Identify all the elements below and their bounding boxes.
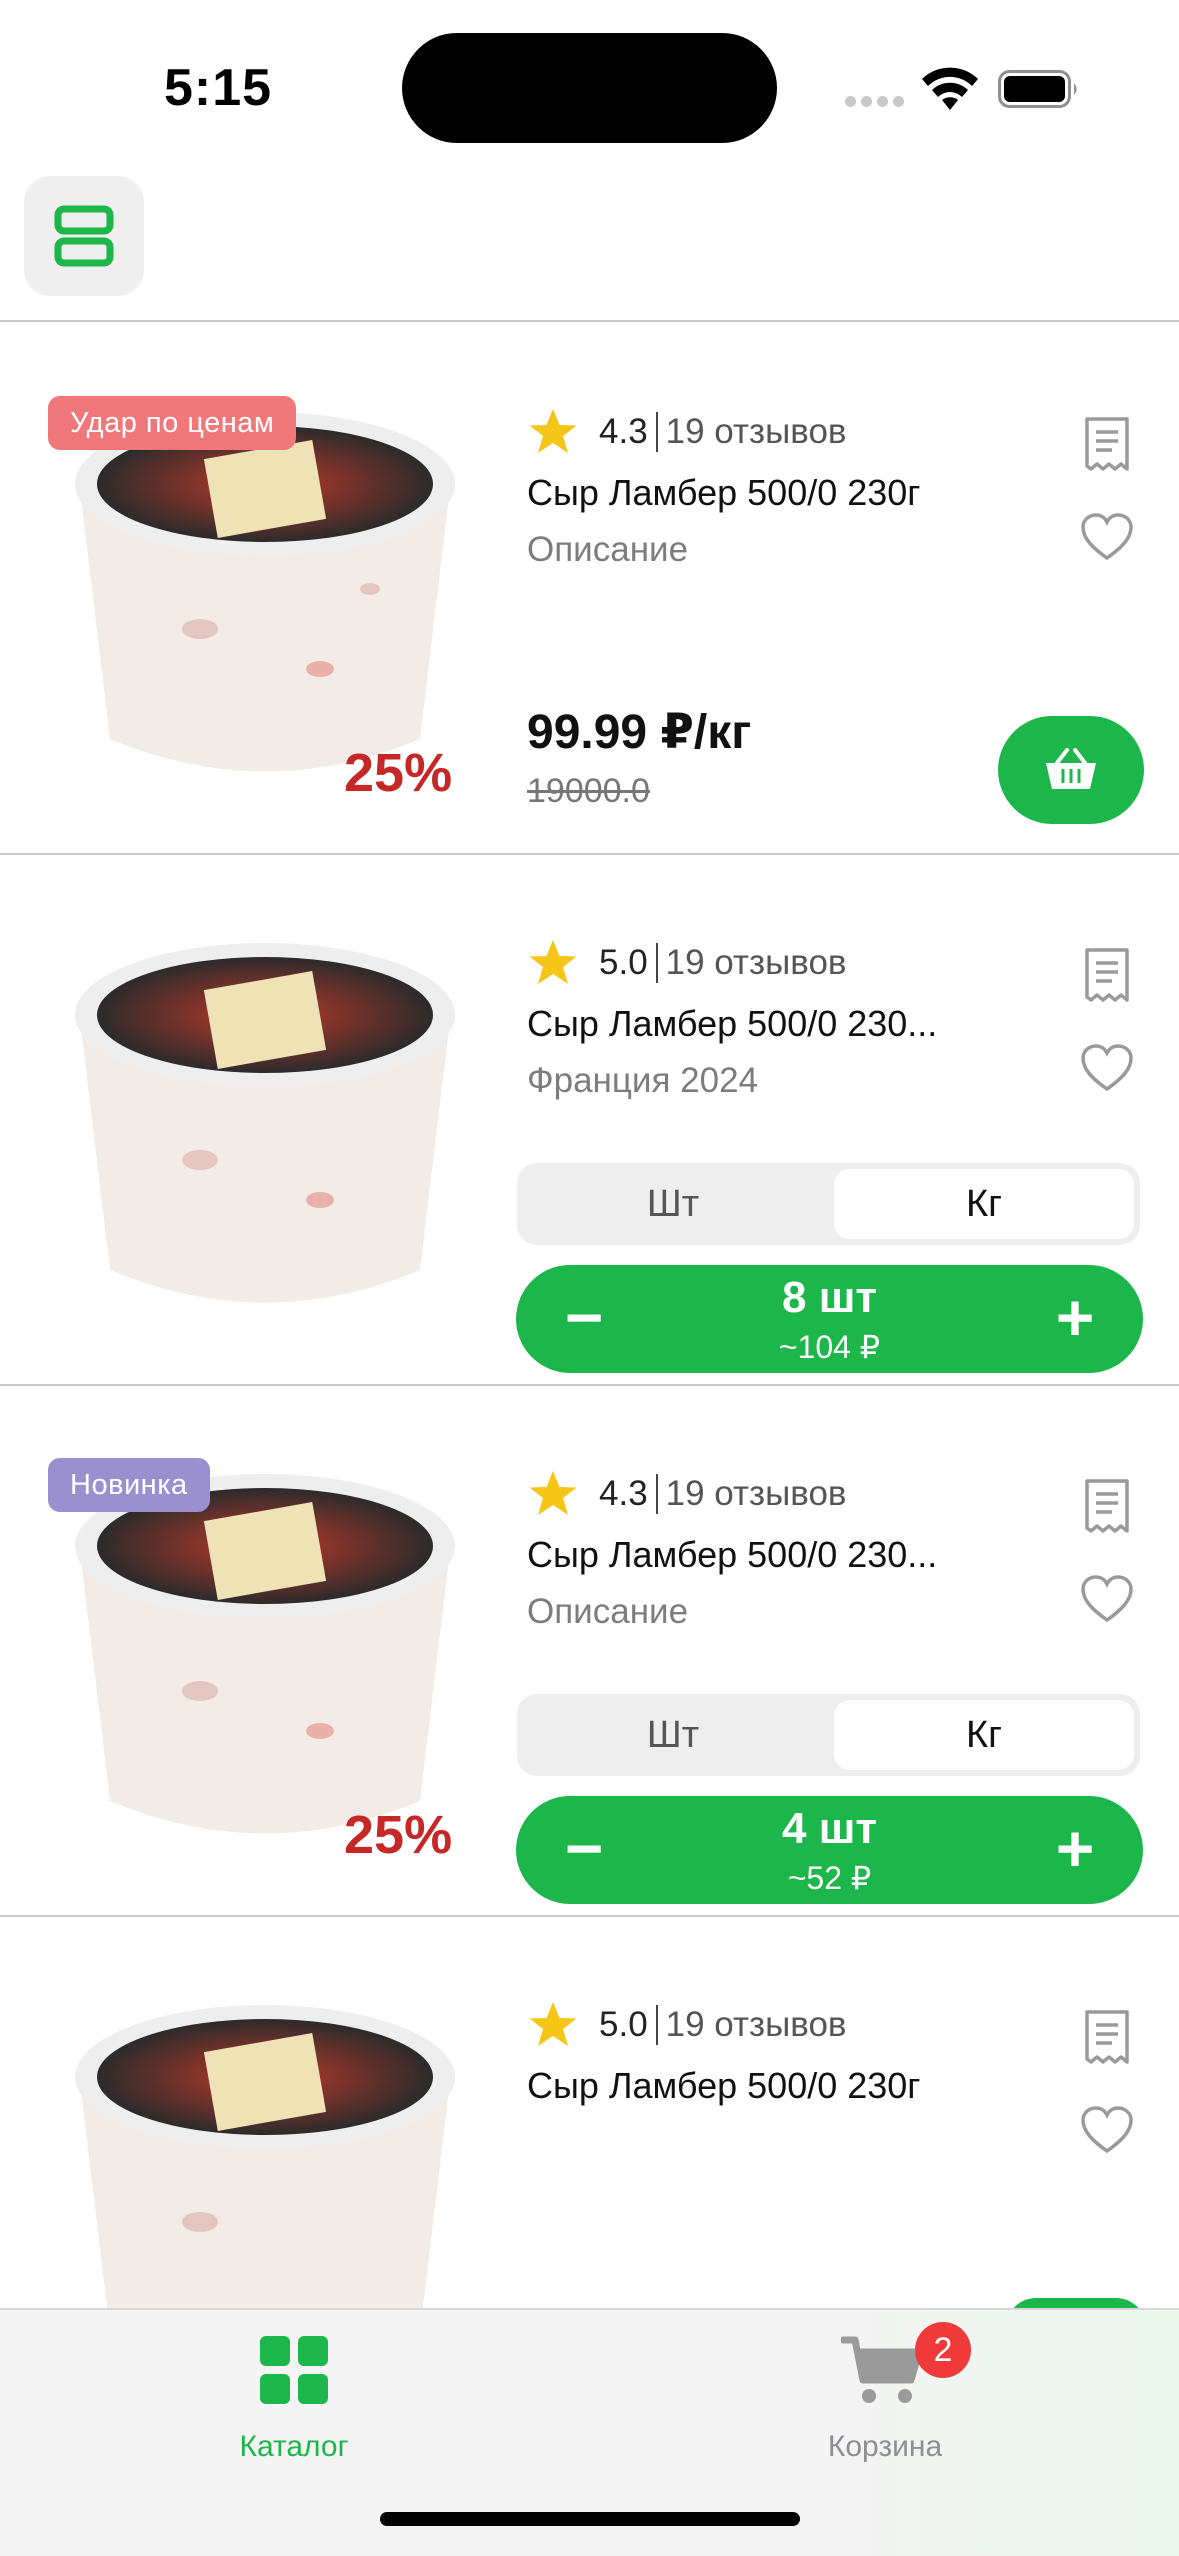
- product-card[interactable]: 5.0 19 отзывов Сыр Ламбер 500/0 230... Ф…: [0, 855, 1179, 1386]
- rating-value: 4.3: [599, 412, 648, 451]
- reviews-link[interactable]: 19 отзывов: [666, 943, 847, 983]
- heart-icon[interactable]: [1080, 1043, 1134, 1093]
- rating-row: 5.0 19 отзывов: [527, 1997, 847, 2053]
- layout-toggle-button[interactable]: [24, 176, 144, 296]
- product-description: Описание: [527, 1592, 689, 1631]
- rating-value: 4.3: [599, 1474, 648, 1513]
- product-price: 99.99 ₽/кг: [527, 706, 752, 759]
- divider: [655, 2005, 658, 2045]
- receipt-icon[interactable]: [1082, 2009, 1132, 2065]
- discount-label: 25%: [344, 743, 453, 803]
- product-image: [75, 1474, 455, 1834]
- tab-catalog[interactable]: Каталог: [144, 2310, 444, 2510]
- product-description: Франция 2024: [527, 1061, 759, 1100]
- heart-icon[interactable]: [1080, 2105, 1134, 2155]
- rating-row: 5.0 19 отзывов: [527, 935, 847, 991]
- star-icon: [529, 940, 577, 984]
- cart-icon: [841, 2336, 923, 2403]
- unit-option-kg[interactable]: Кг: [834, 1700, 1134, 1770]
- product-description: Описание: [527, 530, 689, 569]
- new-badge: Новинка: [48, 1458, 210, 1512]
- rating-row: 4.3 19 отзывов: [527, 404, 847, 460]
- grid-icon: [260, 2336, 328, 2404]
- heart-icon[interactable]: [1080, 512, 1134, 562]
- promo-badge: Удар по ценам: [48, 396, 297, 450]
- product-title[interactable]: Сыр Ламбер 500/0 230...: [527, 1534, 937, 1576]
- product-title[interactable]: Сыр Ламбер 500/0 230г: [527, 2065, 920, 2107]
- tab-cart[interactable]: 2 Корзина: [735, 2310, 1035, 2510]
- product-title[interactable]: Сыр Ламбер 500/0 230г: [527, 472, 920, 514]
- product-card[interactable]: Удар по ценам 25% 4.3 19 отзывов Сыр Лам…: [0, 324, 1179, 855]
- wifi-icon: [922, 67, 978, 110]
- receipt-icon[interactable]: [1082, 1478, 1132, 1534]
- reviews-link[interactable]: 19 отзывов: [666, 412, 847, 452]
- divider: [655, 1474, 658, 1514]
- status-time: 5:15: [164, 59, 273, 117]
- old-price: 19000.0: [527, 772, 650, 810]
- unit-toggle: Шт Кг: [517, 1163, 1140, 1245]
- heart-icon[interactable]: [1080, 1574, 1134, 1624]
- unit-option-pieces[interactable]: Шт: [523, 1700, 823, 1770]
- basket-icon: [1046, 748, 1096, 789]
- battery-icon: [998, 70, 1077, 108]
- star-icon: [529, 2002, 577, 2046]
- cart-count-badge: 2: [915, 2322, 971, 2378]
- tab-cart-label: Корзина: [827, 2430, 943, 2463]
- receipt-icon[interactable]: [1082, 947, 1132, 1003]
- star-icon: [529, 409, 577, 453]
- product-image: [75, 412, 455, 772]
- add-to-cart-button[interactable]: [998, 716, 1144, 824]
- cellular-signal-icon: [845, 96, 905, 108]
- product-title[interactable]: Сыр Ламбер 500/0 230...: [527, 1003, 937, 1045]
- reviews-link[interactable]: 19 отзывов: [666, 1474, 847, 1514]
- rating-row: 4.3 19 отзывов: [527, 1466, 847, 1522]
- star-icon: [529, 1471, 577, 1515]
- quantity-stepper: − 4 шт ~52 ₽ +: [516, 1796, 1143, 1904]
- product-card[interactable]: Новинка 25% 4.3 19 отзывов Сыр Ламбер 50…: [0, 1386, 1179, 1917]
- home-indicator: [380, 2512, 800, 2526]
- increase-button[interactable]: +: [1035, 1796, 1115, 1904]
- header-bar: [0, 170, 1179, 322]
- tab-catalog-label: Каталог: [239, 2430, 349, 2463]
- layout-list-icon: [54, 205, 114, 267]
- rating-value: 5.0: [599, 2005, 648, 2044]
- reviews-link[interactable]: 19 отзывов: [666, 2005, 847, 2045]
- divider: [655, 412, 658, 452]
- unit-option-pieces[interactable]: Шт: [523, 1169, 823, 1239]
- unit-option-kg[interactable]: Кг: [834, 1169, 1134, 1239]
- discount-label: 25%: [344, 1805, 453, 1865]
- status-bar: 5:15: [0, 0, 1179, 170]
- dynamic-island: [402, 33, 777, 143]
- receipt-icon[interactable]: [1082, 416, 1132, 472]
- unit-toggle: Шт Кг: [517, 1694, 1140, 1776]
- rating-value: 5.0: [599, 943, 648, 982]
- increase-button[interactable]: +: [1035, 1265, 1115, 1373]
- quantity-stepper: − 8 шт ~104 ₽ +: [516, 1265, 1143, 1373]
- divider: [655, 943, 658, 983]
- product-image: [75, 943, 455, 1303]
